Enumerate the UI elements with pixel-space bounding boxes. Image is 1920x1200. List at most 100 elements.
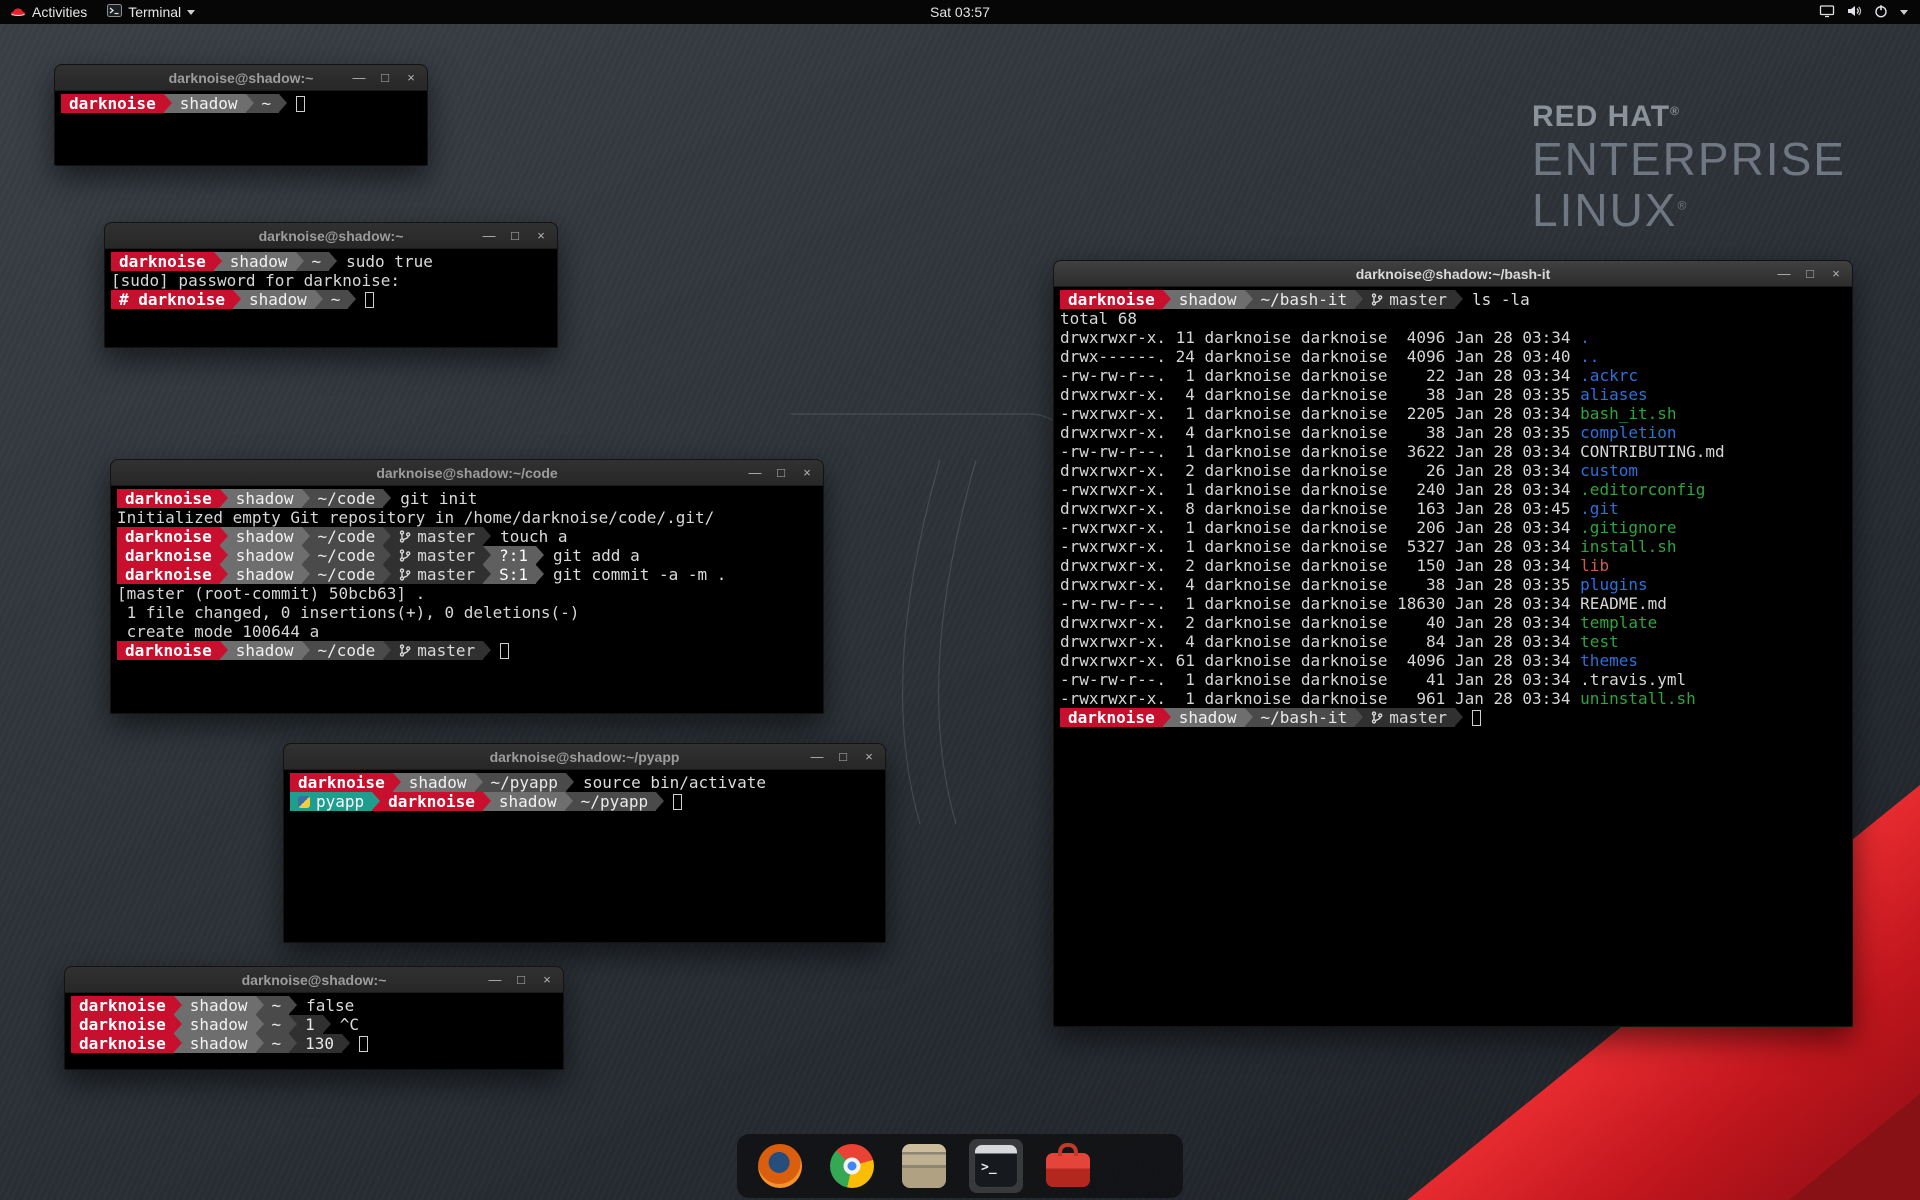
terminal-cursor [673,794,682,810]
prompt-segment-user: darknoise [111,252,214,271]
prompt-segment-user: darknoise [61,94,164,113]
prompt-segment-git: master [1363,708,1455,727]
maximize-button[interactable]: □ [836,750,850,764]
maximize-button[interactable]: □ [514,973,528,987]
window-title: darknoise@shadow:~/code [376,465,557,481]
prompt-segment-path: ~/pyapp [573,792,656,811]
prompt-segment-exit: 1 [297,1015,323,1034]
minimize-button[interactable]: — [488,973,502,987]
maximize-button[interactable]: □ [508,229,522,243]
clock[interactable]: Sat 03:57 [930,4,990,20]
terminal-line: create mode 100644 a [117,622,817,641]
close-button[interactable]: × [540,973,554,987]
minimize-button[interactable]: — [352,71,366,85]
powerline-arrow-icon [289,1015,297,1034]
prompt-segment-git: master [391,565,483,584]
maximize-button[interactable]: □ [1803,267,1817,281]
close-button[interactable]: × [1829,267,1843,281]
powerline-arrow-icon [348,290,356,309]
file-name: CONTRIBUTING.md [1580,442,1725,461]
maximize-button[interactable]: □ [378,71,392,85]
output-text: create mode 100644 a [117,622,319,641]
minimize-button[interactable]: — [482,229,496,243]
terminal-line: drwx------. 24 darknoise darknoise 4096 … [1060,347,1846,366]
powerline-arrow-icon [566,773,574,792]
close-button[interactable]: × [534,229,548,243]
terminal-cursor [500,643,509,659]
activities-button[interactable]: Activities [0,0,97,24]
window-titlebar[interactable]: darknoise@shadow:~ — □ × [105,223,557,249]
terminal-line: darknoiseshadow~/bash-itmasterls -la [1060,290,1846,309]
prompt-segment-user: darknoise [117,489,220,508]
powerline-arrow-icon [383,641,391,660]
window-titlebar[interactable]: darknoise@shadow:~ — □ × [65,967,563,993]
command-text: sudo true [337,252,433,271]
window-title: darknoise@shadow:~ [259,228,404,244]
prompt-segment-path: ~ [304,252,330,271]
terminal-content[interactable]: darknoiseshadow~/codegit initInitialized… [111,486,823,713]
terminal-content[interactable]: darknoiseshadow~ [55,91,427,165]
powerline-arrow-icon [220,489,228,508]
terminal-content[interactable]: darknoiseshadow~/bash-itmasterls -latota… [1054,287,1852,1026]
file-meta: drwxrwxr-x. 4 darknoise darknoise 38 Jan… [1060,385,1580,404]
app-menu-terminal[interactable]: Terminal [97,0,205,24]
terminal-line: drwxrwxr-x. 4 darknoise darknoise 38 Jan… [1060,575,1846,594]
rhel-logo-linux: LINUX® [1532,185,1846,236]
powerline-arrow-icon [256,1015,264,1034]
window-titlebar[interactable]: darknoise@shadow:~—□× [55,65,427,91]
rhel-logo-enterprise: ENTERPRISE [1532,134,1846,185]
terminal-line: drwxrwxr-x. 4 darknoise darknoise 84 Jan… [1060,632,1846,651]
terminal-line: drwxrwxr-x. 61 darknoise darknoise 4096 … [1060,651,1846,670]
dock-item-firefox[interactable] [753,1139,807,1193]
window-title: darknoise@shadow:~ [242,972,387,988]
minimize-button[interactable]: — [748,466,762,480]
close-button[interactable]: × [404,71,418,85]
prompt-segment-user: # darknoise [111,290,233,309]
prompt-segment-path: ~/code [310,565,384,584]
file-name: README.md [1580,594,1667,613]
powerline-arrow-icon [233,290,241,309]
minimize-button[interactable]: — [1777,267,1791,281]
prompt-segment-path: ~/code [310,489,384,508]
window-controls: — □ × [1777,261,1843,286]
file-name: .. [1580,347,1599,366]
terminal-window-term-home-1: darknoise@shadow:~—□×darknoiseshadow~ [54,64,428,166]
powerline-arrow-icon [483,792,491,811]
terminal-line: darknoiseshadow~ [61,94,421,113]
dock-item-files[interactable] [897,1139,951,1193]
prompt-segment-user: darknoise [117,546,220,565]
close-button[interactable]: × [862,750,876,764]
powerline-arrow-icon [475,773,483,792]
file-meta: -rwxrwxr-x. 1 darknoise darknoise 2205 J… [1060,404,1580,423]
file-name: themes [1580,651,1638,670]
firefox-icon [758,1144,802,1188]
file-name: .editorconfig [1580,480,1705,499]
command-text: ls -la [1463,290,1530,309]
close-button[interactable]: × [800,466,814,480]
terminal-content[interactable]: darknoiseshadow~/pyappsource bin/activat… [284,770,885,942]
window-titlebar[interactable]: darknoise@shadow:~/bash-it—□× [1054,261,1852,287]
window-titlebar[interactable]: darknoise@shadow:~/code — □ × [111,460,823,486]
python-icon [298,796,310,808]
prompt-segment-user: darknoise [290,773,393,792]
terminal-line: -rwxrwxr-x. 1 darknoise darknoise 206 Ja… [1060,518,1846,537]
window-controls: — □ × [810,744,876,769]
terminal-content[interactable]: darknoiseshadow~sudo true[sudo] password… [105,249,557,347]
terminal-window-term-sudo: darknoise@shadow:~—□×darknoiseshadow~sud… [104,222,558,348]
dock-item-app-grid[interactable] [1113,1139,1167,1193]
terminal-content[interactable]: darknoiseshadow~falsedarknoiseshadow~1^C… [65,993,563,1069]
prompt-segment-host: shadow [228,489,302,508]
dock-item-terminal[interactable] [969,1139,1023,1193]
prompt-segment-user: darknoise [1060,290,1163,309]
maximize-button[interactable]: □ [774,466,788,480]
powerline-arrow-icon [1163,290,1171,309]
dock-item-toolbox[interactable] [1041,1139,1095,1193]
desktop[interactable]: RED HAT® ENTERPRISE LINUX® darknoise@sha… [0,0,1920,1200]
prompt-segment-host: shadow [172,94,246,113]
minimize-button[interactable]: — [810,750,824,764]
dock-item-chrome[interactable] [825,1139,879,1193]
powerline-arrow-icon [323,1015,331,1034]
powerline-arrow-icon [279,94,287,113]
system-status-area[interactable] [1807,0,1920,24]
window-titlebar[interactable]: darknoise@shadow:~/pyapp—□× [284,744,885,770]
